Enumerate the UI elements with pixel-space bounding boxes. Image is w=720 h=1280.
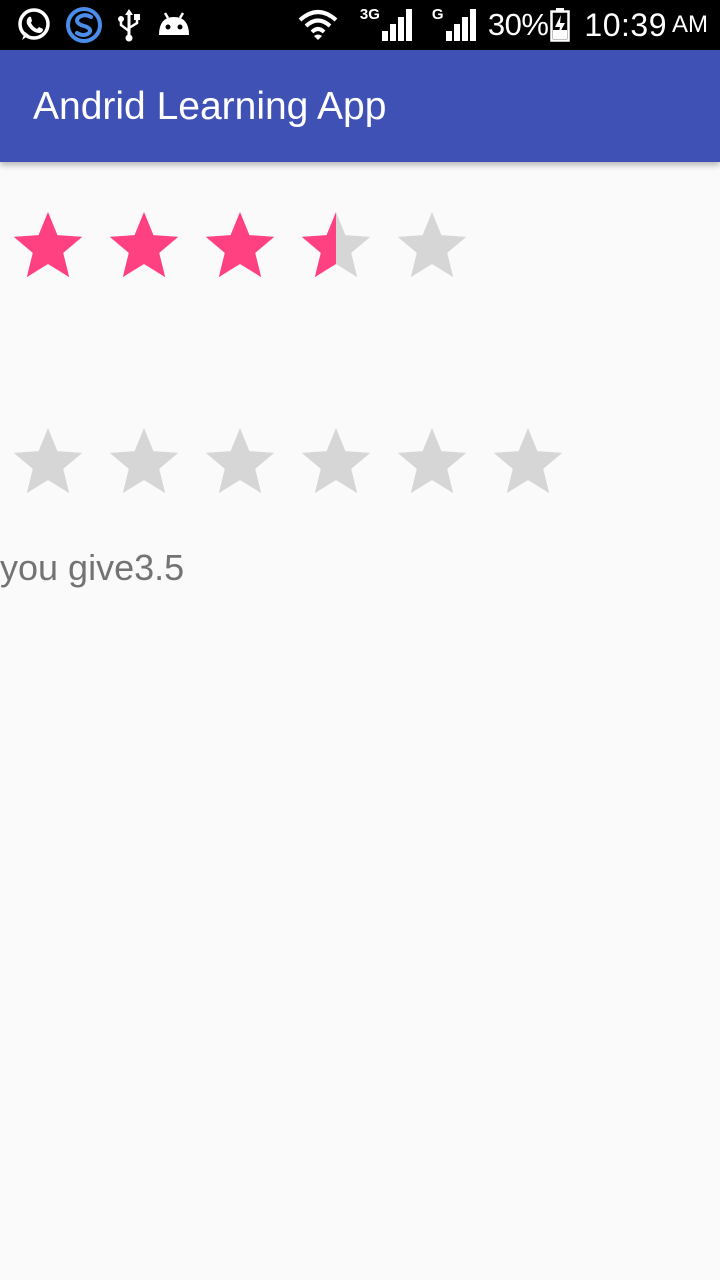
app-toolbar: Andrid Learning App bbox=[0, 50, 720, 162]
star-icon[interactable] bbox=[296, 424, 376, 504]
app-title: Andrid Learning App bbox=[33, 85, 387, 128]
star-icon[interactable] bbox=[488, 424, 568, 504]
usb-icon bbox=[118, 9, 140, 42]
battery-charging-icon bbox=[550, 8, 571, 42]
star-icon[interactable] bbox=[104, 424, 184, 504]
star-icon[interactable] bbox=[200, 424, 280, 504]
network-g-label: G bbox=[431, 6, 444, 23]
star-icon[interactable] bbox=[104, 208, 184, 288]
star-icon[interactable] bbox=[392, 208, 472, 288]
notification-icons bbox=[16, 5, 192, 45]
s-app-icon bbox=[66, 7, 102, 43]
wifi-icon bbox=[298, 10, 338, 40]
rating-bar-empty[interactable] bbox=[8, 424, 584, 504]
star-icon[interactable] bbox=[296, 208, 376, 288]
rating-result-text: you give3.5 bbox=[0, 547, 185, 588]
rating-bar-interactive[interactable] bbox=[8, 208, 488, 288]
star-icon[interactable] bbox=[392, 424, 472, 504]
battery-percent: 30% bbox=[487, 7, 549, 42]
clock-time: 10:39 bbox=[584, 6, 667, 43]
system-status: 3G G 30% 10:39 AM bbox=[298, 5, 708, 45]
star-icon[interactable] bbox=[8, 424, 88, 504]
signal-3g-icon bbox=[381, 9, 412, 41]
signal-3g: 3G bbox=[360, 5, 416, 45]
whatsapp-icon bbox=[18, 8, 50, 40]
status-bar: 3G G 30% 10:39 AM bbox=[0, 0, 720, 50]
clock-ampm: AM bbox=[672, 11, 708, 38]
signal-g: G bbox=[432, 5, 480, 45]
star-icon[interactable] bbox=[200, 208, 280, 288]
star-icon[interactable] bbox=[8, 208, 88, 288]
android-debug-icon bbox=[159, 12, 189, 35]
signal-g-icon bbox=[445, 9, 476, 41]
network-3g-label: 3G bbox=[359, 6, 380, 23]
